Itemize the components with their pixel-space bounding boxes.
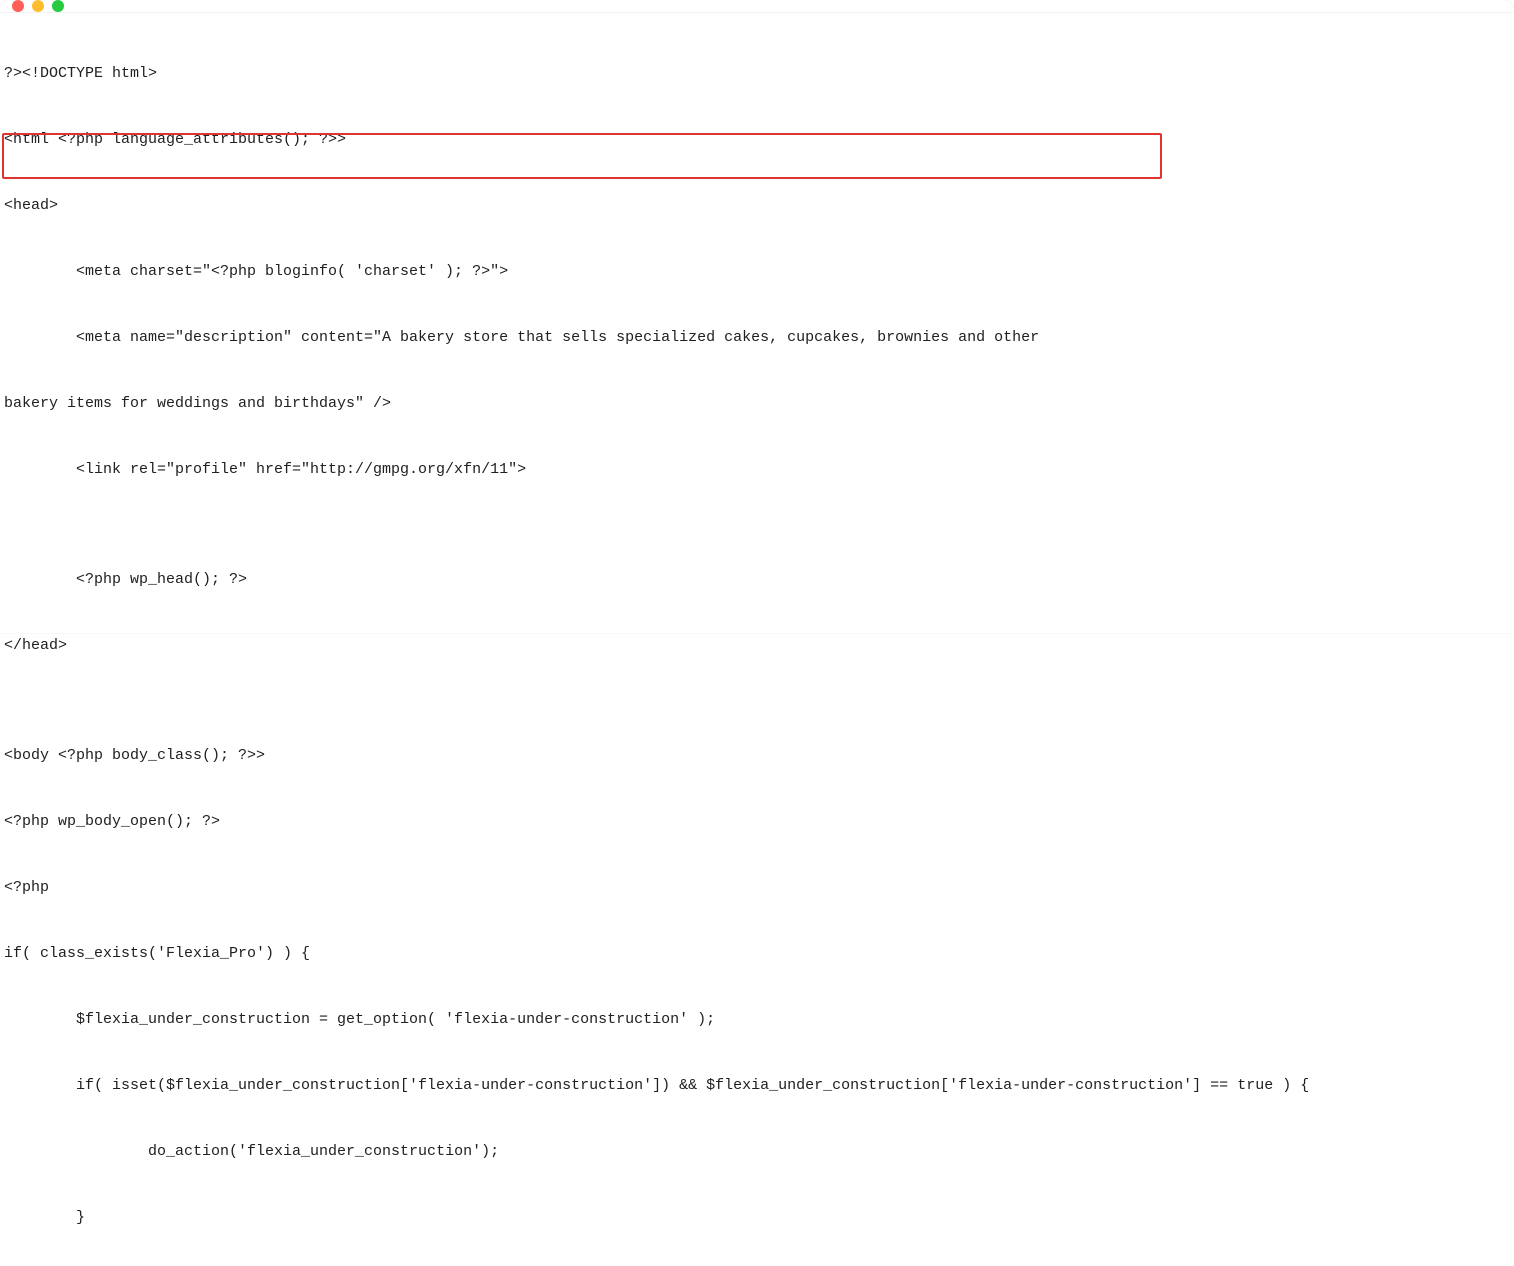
code-line: </head>: [4, 635, 1510, 657]
titlebar: [0, 0, 1514, 13]
code-line: <link rel="profile" href="http://gmpg.or…: [4, 459, 1510, 481]
code-window: ?><!DOCTYPE html> <html <?php language_a…: [0, 0, 1514, 633]
code-line: if( class_exists('Flexia_Pro') ) {: [4, 943, 1510, 965]
code-line-highlighted: bakery items for weddings and birthdays"…: [4, 393, 1510, 415]
code-line: <?php: [4, 877, 1510, 899]
minimize-icon[interactable]: [32, 0, 44, 12]
code-line: <body <?php body_class(); ?>>: [4, 745, 1510, 767]
code-line-highlighted: <meta name="description" content="A bake…: [4, 327, 1510, 349]
code-line: <meta charset="<?php bloginfo( 'charset'…: [4, 261, 1510, 283]
code-line: <?php wp_head(); ?>: [4, 569, 1510, 591]
code-line: do_action('flexia_under_construction');: [4, 1141, 1510, 1163]
code-line: <head>: [4, 195, 1510, 217]
maximize-icon[interactable]: [52, 0, 64, 12]
code-line: }: [4, 1207, 1510, 1229]
code-editor[interactable]: ?><!DOCTYPE html> <html <?php language_a…: [0, 13, 1514, 1266]
code-line: ?><!DOCTYPE html>: [4, 63, 1510, 85]
code-line: $flexia_under_construction = get_option(…: [4, 1009, 1510, 1031]
code-line: if( isset($flexia_under_construction['fl…: [4, 1075, 1510, 1097]
code-line: <?php wp_body_open(); ?>: [4, 811, 1510, 833]
close-icon[interactable]: [12, 0, 24, 12]
code-line: <html <?php language_attributes(); ?>>: [4, 129, 1510, 151]
